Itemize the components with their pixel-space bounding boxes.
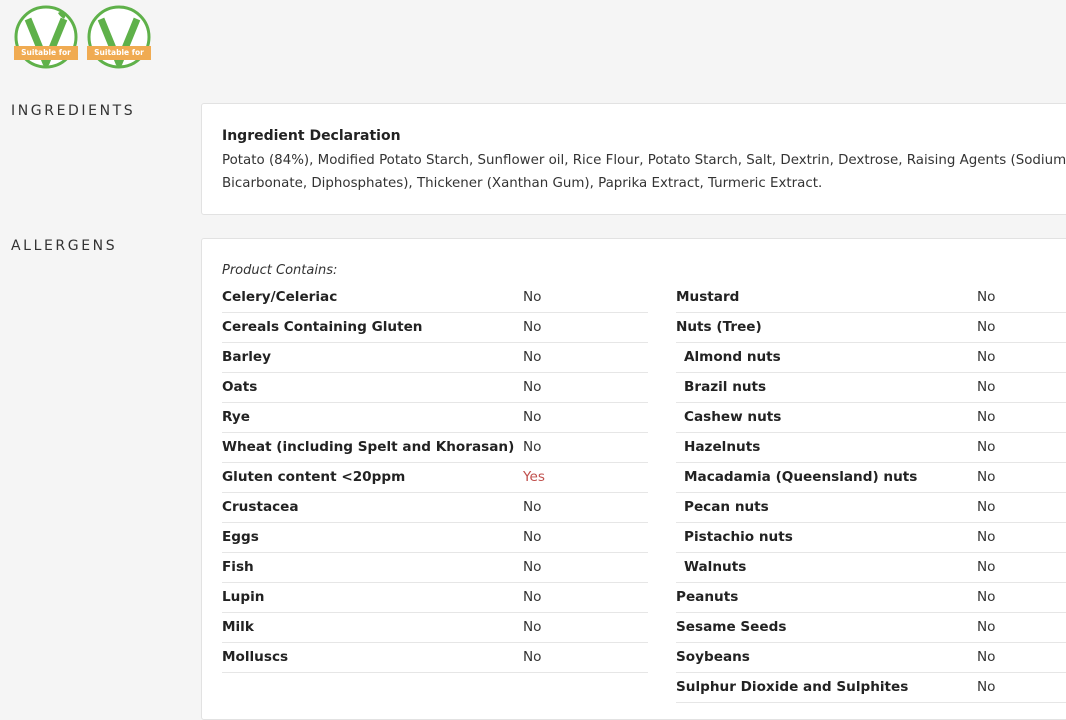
suitability-badges: Suitable for Suitable for bbox=[14, 5, 151, 69]
allergen-value: No bbox=[977, 469, 996, 485]
allergens-left-column: Celery/Celeriac No Cereals Containing Glut… bbox=[222, 283, 648, 673]
allergen-name: Pistachio nuts bbox=[684, 529, 793, 545]
allergen-row: Lupin No bbox=[222, 583, 648, 613]
allergen-value: No bbox=[523, 379, 542, 395]
allergen-row: Fish No bbox=[222, 553, 648, 583]
allergen-row: Almond nuts No bbox=[676, 343, 1066, 373]
allergen-value: No bbox=[977, 679, 996, 695]
allergen-name: Peanuts bbox=[676, 589, 739, 605]
allergen-row: Walnuts No bbox=[676, 553, 1066, 583]
allergen-name: Crustacea bbox=[222, 499, 299, 515]
allergen-row: Eggs No bbox=[222, 523, 648, 553]
allergen-value: No bbox=[523, 319, 542, 335]
allergen-value: No bbox=[977, 529, 996, 545]
allergen-row: Crustacea No bbox=[222, 493, 648, 523]
allergen-name: Almond nuts bbox=[684, 349, 781, 365]
allergen-value: No bbox=[977, 619, 996, 635]
allergen-name: Pecan nuts bbox=[684, 499, 769, 515]
allergen-value: No bbox=[977, 349, 996, 365]
allergen-name: Gluten content <20ppm bbox=[222, 469, 406, 485]
allergen-value: No bbox=[977, 559, 996, 575]
allergen-row: Peanuts No bbox=[676, 583, 1066, 613]
allergen-value: No bbox=[523, 439, 542, 455]
allergen-name: Fish bbox=[222, 559, 254, 575]
allergen-value: No bbox=[523, 649, 542, 665]
allergen-row: Wheat (including Spelt and Khorasan) No bbox=[222, 433, 648, 463]
allergen-name: Hazelnuts bbox=[684, 439, 761, 455]
allergen-name: Milk bbox=[222, 619, 254, 635]
ingredients-heading: INGREDIENTS bbox=[11, 103, 136, 119]
allergens-heading: ALLERGENS bbox=[11, 238, 118, 254]
allergen-value: No bbox=[977, 499, 996, 515]
allergen-row: Pistachio nuts No bbox=[676, 523, 1066, 553]
allergen-name: Lupin bbox=[222, 589, 265, 605]
allergen-value: No bbox=[523, 559, 542, 575]
allergen-value: No bbox=[977, 649, 996, 665]
allergen-row: Rye No bbox=[222, 403, 648, 433]
allergen-name: Rye bbox=[222, 409, 250, 425]
vegetarian-badge: Suitable for bbox=[14, 5, 78, 69]
allergen-row: Milk No bbox=[222, 613, 648, 643]
allergen-row: Brazil nuts No bbox=[676, 373, 1066, 403]
allergen-name: Macadamia (Queensland) nuts bbox=[684, 469, 918, 485]
allergen-value: No bbox=[523, 499, 542, 515]
allergen-value: No bbox=[977, 319, 996, 335]
allergen-row: Sesame Seeds No bbox=[676, 613, 1066, 643]
allergen-value: No bbox=[523, 409, 542, 425]
allergen-value: No bbox=[523, 349, 542, 365]
allergen-row: Barley No bbox=[222, 343, 648, 373]
allergen-name: Walnuts bbox=[684, 559, 747, 575]
allergen-value: No bbox=[523, 589, 542, 605]
allergens-right-column: Mustard No Nuts (Tree) No Almond nuts No Brazi… bbox=[676, 283, 1066, 703]
allergen-name: Sulphur Dioxide and Sulphites bbox=[676, 679, 909, 695]
badge-label: Suitable for bbox=[14, 46, 78, 60]
allergen-value: No bbox=[523, 289, 542, 305]
allergen-name: Oats bbox=[222, 379, 258, 395]
allergen-value: No bbox=[977, 289, 996, 305]
allergen-name: Cereals Containing Gluten bbox=[222, 319, 423, 335]
allergen-value: No bbox=[977, 379, 996, 395]
allergen-name: Soybeans bbox=[676, 649, 750, 665]
allergen-name: Sesame Seeds bbox=[676, 619, 787, 635]
allergen-name: Eggs bbox=[222, 529, 259, 545]
allergen-value: Yes bbox=[523, 469, 545, 485]
allergen-row: Cereals Containing Gluten No bbox=[222, 313, 648, 343]
allergen-row: Mustard No bbox=[676, 283, 1066, 313]
allergens-card: Product Contains: Celery/Celeriac No Cerea… bbox=[201, 238, 1066, 720]
badge-label: Suitable for bbox=[87, 46, 151, 60]
allergen-row: Gluten content <20ppm Yes bbox=[222, 463, 648, 493]
allergen-row: Macadamia (Queensland) nuts No bbox=[676, 463, 1066, 493]
ingredient-declaration-title: Ingredient Declaration bbox=[222, 128, 401, 144]
allergen-row: Sulphur Dioxide and Sulphites No bbox=[676, 673, 1066, 703]
allergen-name: Barley bbox=[222, 349, 271, 365]
allergen-name: Wheat (including Spelt and Khorasan) bbox=[222, 439, 515, 455]
allergen-row: Soybeans No bbox=[676, 643, 1066, 673]
allergen-value: No bbox=[977, 439, 996, 455]
allergen-name: Molluscs bbox=[222, 649, 289, 665]
allergen-row: Cashew nuts No bbox=[676, 403, 1066, 433]
allergen-value: No bbox=[977, 409, 996, 425]
allergen-name: Brazil nuts bbox=[684, 379, 767, 395]
allergen-name: Cashew nuts bbox=[684, 409, 782, 425]
allergen-row: Celery/Celeriac No bbox=[222, 283, 648, 313]
allergen-row: Nuts (Tree) No bbox=[676, 313, 1066, 343]
ingredients-card: Ingredient Declaration Potato (84%), Mod… bbox=[201, 103, 1066, 215]
allergen-value: No bbox=[523, 529, 542, 545]
allergen-value: No bbox=[523, 619, 542, 635]
ingredient-declaration-text: Potato (84%), Modified Potato Starch, Su… bbox=[222, 153, 1066, 191]
allergen-value: No bbox=[977, 589, 996, 605]
allergen-name: Nuts (Tree) bbox=[676, 319, 762, 335]
vegan-badge: Suitable for bbox=[87, 5, 151, 69]
allergen-row: Molluscs No bbox=[222, 643, 648, 673]
allergen-row: Pecan nuts No bbox=[676, 493, 1066, 523]
allergen-name: Celery/Celeriac bbox=[222, 289, 338, 305]
allergen-row: Oats No bbox=[222, 373, 648, 403]
product-contains-label: Product Contains: bbox=[222, 263, 338, 278]
allergen-name: Mustard bbox=[676, 289, 740, 305]
allergen-row: Hazelnuts No bbox=[676, 433, 1066, 463]
